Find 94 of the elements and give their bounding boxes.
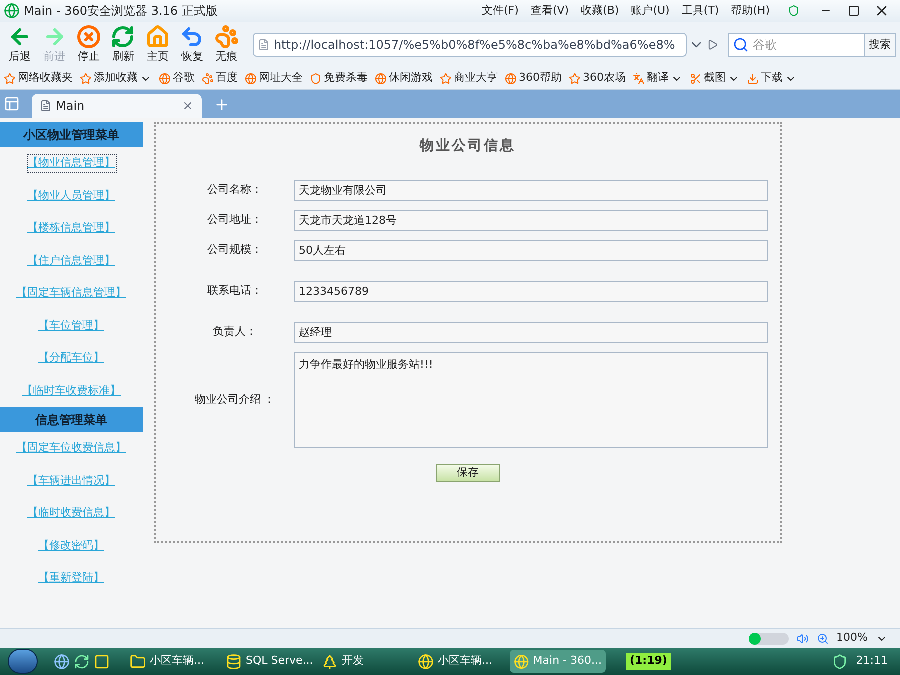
stop-icon [77, 24, 102, 49]
page-icon [258, 39, 270, 51]
toolbar-button[interactable]: 恢复 [176, 24, 209, 66]
database-icon [226, 654, 242, 670]
globe-icon [514, 654, 530, 670]
text-field[interactable]: 赵经理 [294, 322, 768, 343]
refresh-icon[interactable] [74, 654, 90, 670]
refresh-icon [111, 24, 136, 49]
menu-header: 信息管理菜单 [0, 407, 143, 432]
address-field[interactable]: http://localhost:1057/%e5%b0%8f%e5%8c%ba%e8%bd%a6%e8% [252, 33, 688, 57]
paw-icon [202, 72, 214, 84]
save-button[interactable]: 保存 [436, 464, 500, 482]
form-title: 物业公司信息 [418, 137, 517, 156]
bookmark-link[interactable]: 网络收藏夹 [4, 70, 73, 87]
maximize-icon [848, 5, 860, 17]
tree-icon [322, 654, 338, 670]
home-icon [146, 24, 170, 49]
zoom-icon[interactable] [816, 632, 829, 644]
bookmark-link[interactable]: 休闲游戏 [375, 70, 433, 87]
zoom-level[interactable]: 100% [836, 630, 868, 647]
taskbar-button[interactable]: 开发 [318, 650, 414, 673]
shield-icon [832, 654, 848, 670]
toolbar-button[interactable]: 刷新 [107, 24, 140, 66]
intro-textarea[interactable]: 力争作最好的物业服务站!!! [294, 352, 768, 448]
bookmark-link[interactable]: 免费杀毒 [310, 70, 368, 87]
search-box[interactable]: 谷歌 搜索 [728, 33, 896, 57]
field-label: 公司规模： [206, 242, 264, 258]
close-tab-icon[interactable] [182, 100, 194, 112]
menu-item[interactable]: 文件(F) [476, 2, 525, 20]
bookmark-link[interactable]: 截图 [690, 70, 740, 87]
browser-logo-icon [4, 3, 20, 19]
bookmark-link[interactable]: 下载 [747, 70, 797, 87]
menu-item[interactable]: 账户(U) [625, 2, 676, 20]
bookmark-link[interactable]: 网址大全 [245, 70, 303, 87]
menu-item[interactable]: 查看(V) [524, 2, 576, 20]
star-icon [80, 72, 92, 84]
taskbar-button[interactable]: 小区车辆... [126, 650, 222, 673]
timer-label: (1:19) [626, 653, 672, 670]
globe-icon [159, 72, 171, 84]
field-label: 负责人： [212, 324, 258, 340]
toolbar-button[interactable]: 无痕 [210, 24, 243, 66]
menu-item[interactable]: 帮助(H) [725, 2, 776, 20]
download-icon [747, 72, 759, 84]
toolbar-button[interactable]: 主页 [142, 24, 174, 66]
folder-icon [130, 654, 146, 670]
translate-icon [633, 72, 645, 84]
bookmark-link[interactable]: 百度 [202, 70, 238, 87]
window-icon[interactable] [94, 654, 110, 670]
globe-icon[interactable] [54, 654, 70, 670]
taskbar-button[interactable]: 小区车辆... [414, 650, 510, 673]
globe-icon [245, 72, 257, 84]
speaker-icon[interactable] [796, 632, 809, 644]
field-label: 公司地址： [206, 212, 264, 228]
clock: 21:11 [856, 653, 888, 670]
star-icon [569, 72, 581, 84]
star-icon [4, 72, 16, 84]
bookmark-link[interactable]: 翻译 [633, 70, 683, 87]
menu-item[interactable]: 收藏(B) [575, 2, 626, 20]
field-label: 公司名称： [206, 182, 264, 198]
field-label: 物业公司介绍 ： [194, 392, 276, 408]
globe-icon [375, 72, 387, 84]
search-button[interactable]: 搜索 [864, 34, 895, 56]
toolbar-button[interactable]: 停止 [72, 24, 106, 66]
shield-icon [788, 5, 800, 17]
bookmark-link[interactable]: 360农场 [569, 70, 626, 87]
bookmark-link[interactable]: 添加收藏 [80, 70, 152, 87]
bookmark-link[interactable]: 商业大亨 [440, 70, 498, 87]
taskbar-button[interactable]: SQL Serve... [222, 650, 318, 673]
menu-item[interactable]: 工具(T) [676, 2, 726, 20]
search-field[interactable]: 谷歌 [752, 36, 864, 54]
bookmark-link[interactable]: 360帮助 [505, 70, 562, 87]
toolbar-button[interactable]: 后退 [4, 24, 36, 66]
undo-icon [180, 24, 204, 49]
text-field[interactable]: 50人左右 [294, 240, 768, 261]
text-field[interactable]: 天龙市天龙道128号 [294, 210, 768, 231]
private-icon [214, 24, 239, 49]
star-icon [440, 72, 452, 84]
search-engine-icon[interactable] [732, 37, 749, 53]
browser-tab[interactable]: Main [32, 94, 202, 118]
shield-icon [310, 72, 322, 84]
toggle-switch-icon[interactable] [748, 632, 789, 644]
address-text: http://localhost:1057/%e5%b0%8f%e5%8c%ba%e8%bd%a6%e8% [274, 37, 676, 54]
field-label: 联系电话： [206, 283, 264, 300]
start-button[interactable] [8, 649, 38, 674]
text-field[interactable]: 天龙物业有限公司 [294, 180, 768, 201]
text-field[interactable]: 1233456789 [294, 281, 768, 302]
menu-header: 小区物业管理菜单 [0, 122, 143, 147]
globe-icon [418, 654, 434, 670]
window-title: Main - 360安全浏览器 3.16 正式版 [24, 3, 218, 20]
page-icon [40, 100, 52, 112]
bookmark-link[interactable]: 谷歌 [159, 70, 195, 87]
scissors-icon [690, 72, 702, 84]
globe-icon [505, 72, 517, 84]
go-icon[interactable] [706, 39, 718, 51]
